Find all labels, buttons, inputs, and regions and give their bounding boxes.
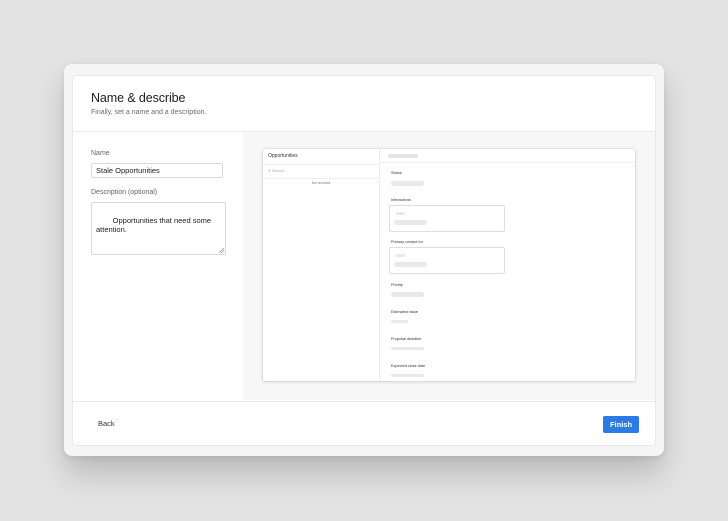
preview-list-title: Opportunities — [268, 153, 298, 159]
preview-window: Opportunities ⚲ Search... No records Sta… — [263, 149, 635, 381]
preview-search-placeholder: Search... — [271, 169, 288, 173]
placeholder-bar — [391, 320, 408, 323]
preview-field-proposal-deadline: Proposal deadline — [391, 337, 422, 341]
preview-area: Opportunities ⚲ Search... No records Sta… — [243, 132, 655, 400]
placeholder-bar — [394, 220, 427, 225]
preview-field-primary-contact: Primary contact for — [391, 240, 423, 244]
preview-list-panel: Opportunities ⚲ Search... No records — [263, 149, 380, 381]
preview-box-primary-contact — [389, 247, 505, 274]
preview-detail-header — [380, 149, 635, 163]
preview-search: ⚲ Search... — [268, 168, 287, 173]
preview-field-interactions: Interactions — [391, 198, 411, 202]
placeholder-bar — [388, 154, 418, 158]
dialog: Name & describe Finally, set a name and … — [73, 76, 655, 445]
placeholder-bar — [391, 374, 424, 377]
description-label: Description (optional) — [91, 189, 158, 196]
dialog-header: Name & describe Finally, set a name and … — [73, 76, 655, 132]
preview-box-interactions — [389, 205, 505, 232]
preview-search-row: ⚲ Search... — [263, 164, 379, 179]
preview-field-expected-close-date: Expected close date — [391, 364, 426, 368]
search-icon: ⚲ — [268, 169, 271, 173]
modal-backdrop-frame: Name & describe Finally, set a name and … — [64, 64, 664, 456]
placeholder-bar — [394, 262, 427, 267]
resize-handle-icon[interactable] — [219, 248, 224, 253]
preview-empty-state: No records — [311, 181, 331, 185]
dialog-subtitle: Finally, set a name and a description. — [91, 109, 207, 116]
preview-field-status: Status — [391, 171, 402, 175]
name-input[interactable]: Stale Opportunities — [91, 163, 223, 178]
finish-button[interactable]: Finish — [603, 416, 639, 433]
preview-field-priority: Priority — [391, 283, 403, 287]
placeholder-bar — [391, 347, 424, 350]
preview-field-estimated-value: Estimated value — [391, 310, 419, 314]
placeholder-bar — [396, 254, 405, 257]
name-label: Name — [91, 150, 110, 157]
back-button[interactable]: Back — [98, 419, 115, 428]
description-textarea[interactable]: Opportunities that need some attention. — [91, 202, 226, 255]
form-panel: Name Stale Opportunities Description (op… — [73, 132, 243, 400]
placeholder-bar — [391, 292, 424, 297]
description-text: Opportunities that need some attention. — [96, 215, 212, 235]
placeholder-bar — [391, 181, 424, 186]
dialog-title: Name & describe — [91, 91, 186, 105]
dialog-footer: Back Finish — [73, 401, 655, 445]
placeholder-bar — [396, 212, 405, 215]
